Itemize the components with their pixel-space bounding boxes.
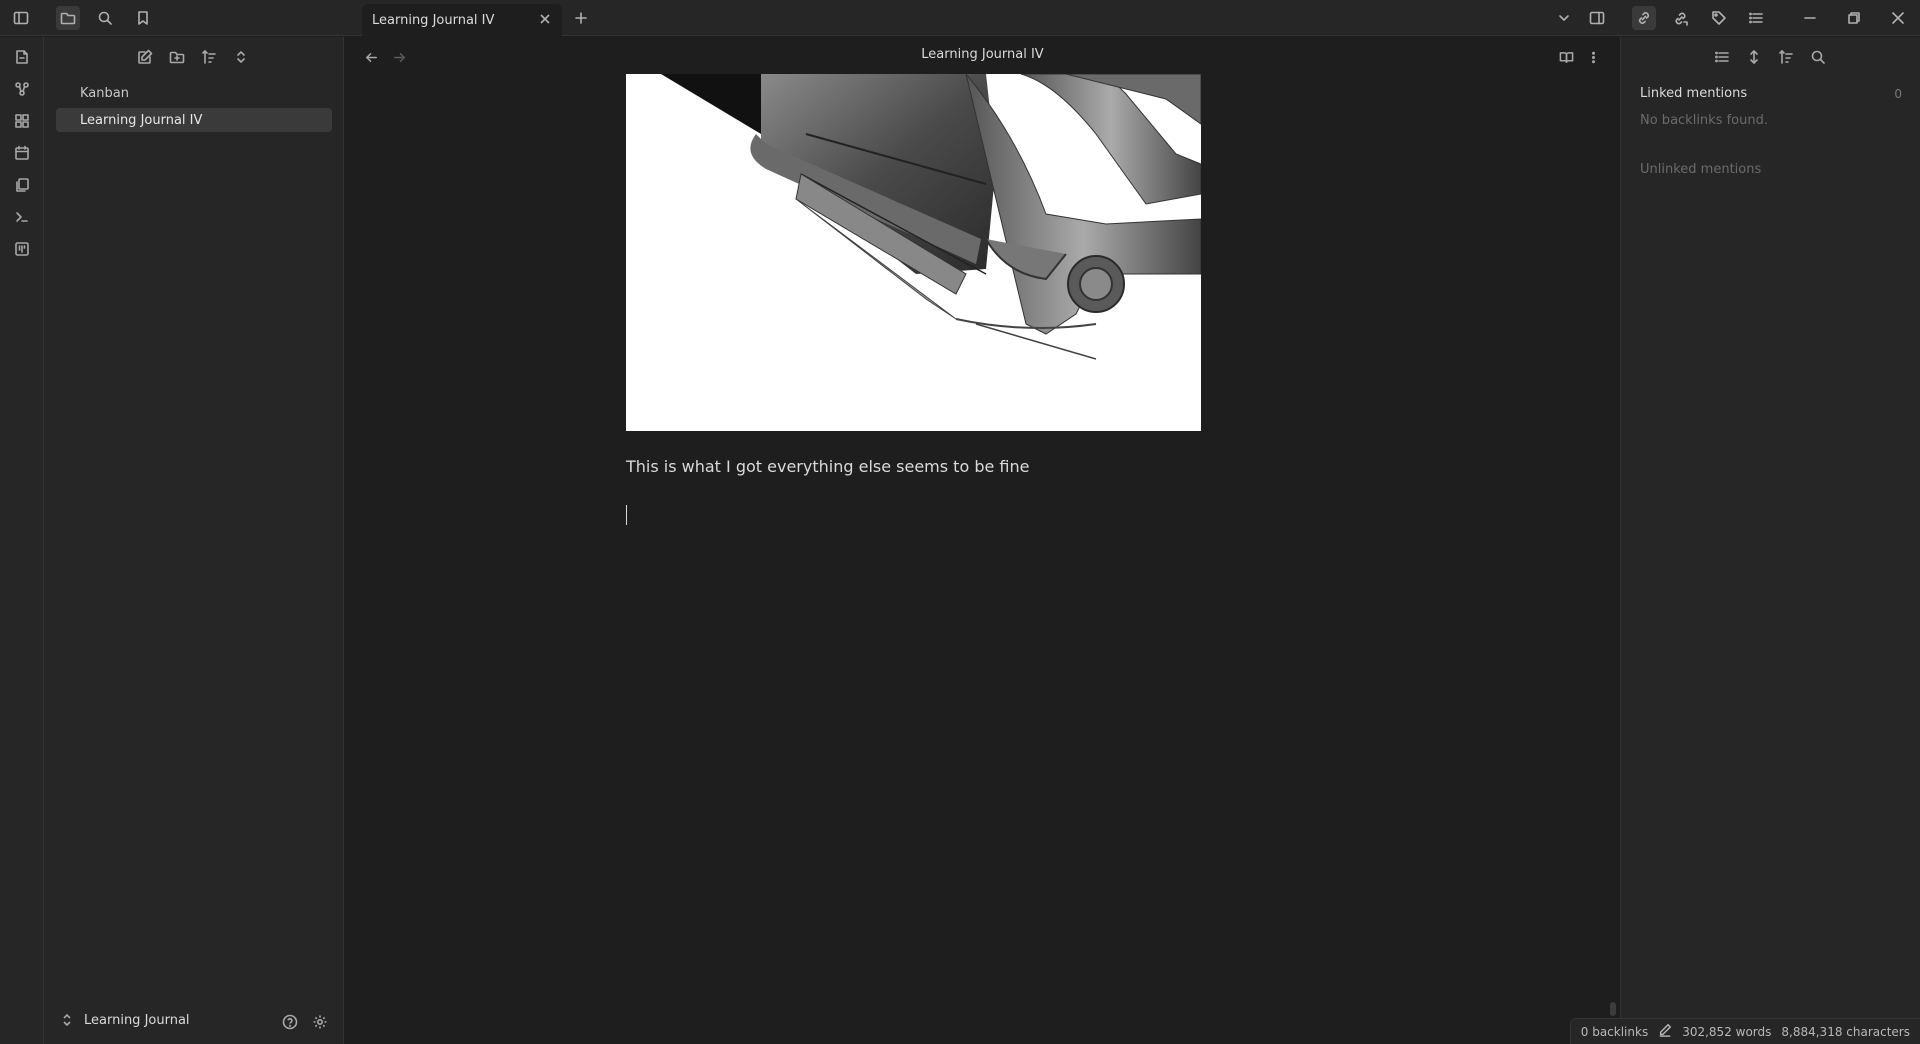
- files-tab-folder-icon[interactable]: [56, 6, 80, 30]
- collapse-all-chevrons-icon[interactable]: [229, 45, 253, 69]
- status-character-count: 8,884,318 characters: [1781, 1024, 1910, 1039]
- file-item-label: Kanban: [80, 85, 129, 101]
- new-tab-plus-icon[interactable]: [569, 6, 593, 30]
- note-body-text[interactable]: This is what I got everything else seems…: [626, 457, 1029, 476]
- status-bar: 0 backlinks 302,852 words 8,884,318 char…: [1569, 1018, 1920, 1044]
- linked-mentions-heading[interactable]: Linked mentions: [1640, 86, 1747, 101]
- file-item-kanban[interactable]: Kanban: [56, 81, 332, 105]
- settings-gear-icon[interactable]: [310, 1012, 330, 1032]
- sort-order-icon[interactable]: [197, 45, 221, 69]
- open-quick-switcher-icon[interactable]: [10, 45, 34, 69]
- reading-view-book-icon[interactable]: [1554, 45, 1578, 69]
- window-close-icon[interactable]: [1886, 6, 1910, 30]
- outline-list-icon[interactable]: [1744, 6, 1768, 30]
- left-ribbon: [0, 37, 44, 1044]
- search-filter-icon[interactable]: [1806, 45, 1830, 69]
- editor-pane: Learning Journal IV This is what I got e…: [345, 37, 1620, 1044]
- more-options-icon[interactable]: [1581, 45, 1605, 69]
- status-word-count: 302,852 words: [1682, 1024, 1772, 1039]
- bookmark-icon[interactable]: [131, 6, 155, 30]
- collapse-results-list-icon[interactable]: [1710, 45, 1734, 69]
- vault-switcher-bar: Learning Journal: [44, 1000, 344, 1044]
- calendar-icon[interactable]: [10, 141, 34, 165]
- sort-order-icon[interactable]: [1774, 45, 1798, 69]
- sidebar-toggle-icon[interactable]: [9, 6, 33, 30]
- search-icon[interactable]: [93, 6, 117, 30]
- status-backlinks[interactable]: 0 backlinks: [1581, 1025, 1648, 1039]
- command-palette-terminal-icon[interactable]: [10, 205, 34, 229]
- graph-view-icon[interactable]: [10, 77, 34, 101]
- file-explorer: Kanban Learning Journal IV Learning Jour…: [44, 37, 344, 1044]
- file-item-learning-journal-iv[interactable]: Learning Journal IV: [56, 108, 332, 132]
- restore-icon[interactable]: [1842, 6, 1866, 30]
- templates-copy-icon[interactable]: [10, 173, 34, 197]
- editor-scrollbar[interactable]: [1610, 1002, 1616, 1016]
- vault-switch-chevrons-icon[interactable]: [60, 1012, 76, 1032]
- tags-icon[interactable]: [1707, 6, 1731, 30]
- new-note-icon[interactable]: [133, 45, 157, 69]
- help-icon[interactable]: [280, 1012, 300, 1032]
- outgoing-links-icon[interactable]: [1669, 6, 1693, 30]
- bicycle-frame-render: [661, 74, 1201, 360]
- no-backlinks-text: No backlinks found.: [1640, 113, 1768, 128]
- unlinked-mentions-heading[interactable]: Unlinked mentions: [1640, 162, 1761, 177]
- right-sidebar-toggle-icon[interactable]: [1585, 6, 1609, 30]
- title-bar: Learning Journal IV: [0, 0, 1920, 36]
- new-folder-icon[interactable]: [165, 45, 189, 69]
- close-icon[interactable]: [538, 12, 554, 28]
- tab-title: Learning Journal IV: [372, 12, 495, 28]
- kanban-board-icon[interactable]: [10, 237, 34, 261]
- tab-list-chevron-down-icon[interactable]: [1552, 6, 1576, 30]
- vault-name[interactable]: Learning Journal: [84, 1013, 190, 1028]
- obsidian-app: Learning Journal IV Kanban Learning Jour…: [0, 0, 1920, 1044]
- text-cursor: [626, 505, 627, 525]
- view-header-title[interactable]: Learning Journal IV: [345, 47, 1620, 62]
- canvas-icon[interactable]: [10, 109, 34, 133]
- backlinks-tab-link-icon[interactable]: [1632, 6, 1656, 30]
- minimize-icon[interactable]: [1798, 6, 1822, 30]
- embedded-render-image: [626, 74, 1201, 431]
- linked-mentions-count: 0: [1894, 87, 1902, 101]
- backlinks-panel: Linked mentions 0 No backlinks found. Un…: [1620, 37, 1920, 1044]
- show-more-context-icon[interactable]: [1742, 45, 1766, 69]
- tab-learning-journal-iv[interactable]: Learning Journal IV: [362, 4, 562, 36]
- file-item-label: Learning Journal IV: [80, 112, 203, 128]
- edit-mode-pencil-icon[interactable]: [1658, 1023, 1672, 1040]
